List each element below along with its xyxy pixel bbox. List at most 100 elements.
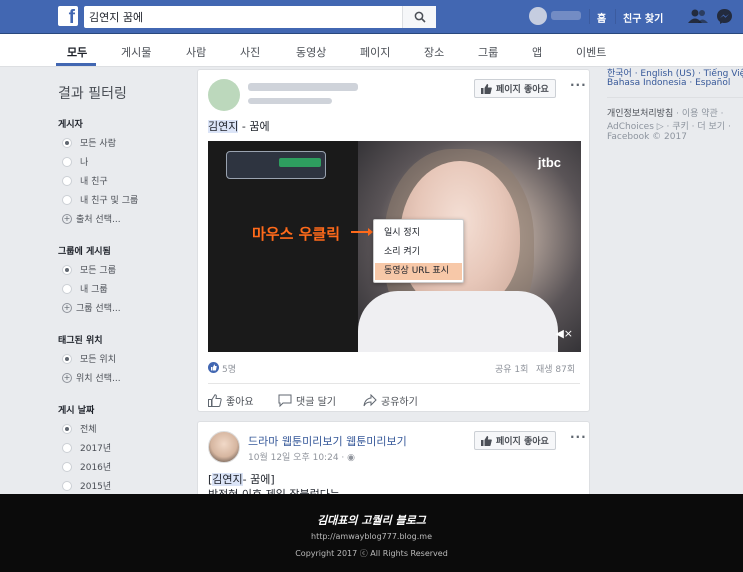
tab-all[interactable]: 모두 xyxy=(67,44,87,60)
choose-group-link[interactable]: + 그룹 선택... xyxy=(62,301,121,314)
radio-icon xyxy=(62,461,72,472)
blog-url[interactable]: http://amwayblog777.blog.me xyxy=(0,532,743,541)
filter-section-date-posted: 게시 날짜 xyxy=(58,406,95,416)
channel-logo: jtbc xyxy=(537,155,561,170)
filter-option-friends-groups[interactable]: 내 친구 및 그룹 xyxy=(62,193,138,206)
privacy-link[interactable]: 개인정보처리방침 xyxy=(607,109,673,119)
video-player[interactable]: jtbc 마우스 우클릭 일시 정지 소리 켜기 동영상 URL 표시 ◀× xyxy=(208,141,581,352)
radio-icon xyxy=(62,175,72,186)
search-icon xyxy=(414,11,426,23)
filter-option-me[interactable]: 나 xyxy=(62,155,88,168)
filter-option-label: 내 친구 및 그룹 xyxy=(80,196,139,206)
share-count[interactable]: 공유 1회 xyxy=(495,362,528,375)
filter-more-label: 위치 선택... xyxy=(76,374,121,384)
filter-option-label: 나 xyxy=(80,158,89,168)
page-avatar-blurred[interactable] xyxy=(208,79,240,111)
footer-links-2[interactable]: AdChoices ▷ · 쿠키 · 더 보기 · xyxy=(607,119,731,132)
user-avatar[interactable] xyxy=(529,7,547,25)
tab-groups[interactable]: 그룹 xyxy=(478,44,498,60)
video-hud xyxy=(226,151,326,179)
comment-label: 댓글 달기 xyxy=(296,397,336,408)
radio-icon xyxy=(62,283,72,294)
more-options-icon[interactable]: ··· xyxy=(570,78,587,92)
post-text-rest: - 꿈에 xyxy=(238,120,270,133)
filter-section-tagged-location: 태그된 위치 xyxy=(58,336,103,346)
post-timestamp[interactable]: 10월 12일 오후 10:24 · ◉ xyxy=(248,450,355,463)
filter-option-my-groups[interactable]: 내 그룹 xyxy=(62,282,108,295)
radio-selected-icon xyxy=(62,137,72,148)
globe-icon: ◉ xyxy=(347,453,355,463)
top-navigation-bar: f 김연지 꿈에 홈 친구 찾기 xyxy=(0,0,743,34)
search-button[interactable] xyxy=(402,6,436,28)
thumbs-up-outline-icon xyxy=(208,394,222,407)
filter-option-label: 모든 사람 xyxy=(80,139,116,149)
friend-requests-icon[interactable] xyxy=(688,8,708,24)
messenger-icon[interactable] xyxy=(716,8,733,25)
like-page-button[interactable]: 페이지 좋아요 xyxy=(474,431,556,450)
home-link[interactable]: 홈 xyxy=(597,10,606,25)
like-page-label: 페이지 좋아요 xyxy=(496,437,549,447)
filter-option-any-group[interactable]: 모든 그룹 xyxy=(62,263,116,276)
comment-icon xyxy=(278,394,292,407)
search-box[interactable]: 김연지 꿈에 xyxy=(84,6,436,28)
share-button[interactable]: 공유하기 xyxy=(363,393,418,408)
blog-title: 김대표의 고퀄리 블로그 xyxy=(317,514,426,527)
tab-apps[interactable]: 앱 xyxy=(532,44,542,60)
mute-icon[interactable]: ◀× xyxy=(555,327,573,340)
post-time-blurred[interactable] xyxy=(248,98,332,104)
choose-source-link[interactable]: + 출처 선택... xyxy=(62,212,121,225)
search-highlight: 김연지 xyxy=(208,120,239,133)
filter-option-2017[interactable]: 2017년 xyxy=(62,441,111,454)
tab-places[interactable]: 장소 xyxy=(424,44,444,60)
like-reaction-icon xyxy=(208,362,219,373)
filter-option-2016[interactable]: 2016년 xyxy=(62,460,111,473)
filter-more-label: 출처 선택... xyxy=(76,215,121,225)
radio-selected-icon xyxy=(62,264,72,275)
like-page-button[interactable]: 페이지 좋아요 xyxy=(474,79,556,98)
filter-option-friends[interactable]: 내 친구 xyxy=(62,174,108,187)
filter-option-2015[interactable]: 2015년 xyxy=(62,479,111,492)
tab-pages[interactable]: 페이지 xyxy=(360,44,390,60)
blog-footer: 김대표의 고퀄리 블로그 http://amwayblog777.blog.me… xyxy=(0,494,743,572)
filter-option-label: 내 친구 xyxy=(80,177,108,187)
choose-location-link[interactable]: + 위치 선택... xyxy=(62,371,121,384)
search-highlight: 김연지 xyxy=(212,473,243,486)
find-friends-link[interactable]: 친구 찾기 xyxy=(623,10,663,25)
arrow-right-icon xyxy=(351,228,373,236)
user-name-blurred[interactable] xyxy=(551,11,581,20)
filter-option-any-date[interactable]: 전체 xyxy=(62,422,97,435)
thumbs-up-icon xyxy=(481,435,492,446)
facebook-logo[interactable]: f xyxy=(58,6,78,26)
post-actions: 좋아요 댓글 달기 공유하기 xyxy=(208,383,580,413)
right-click-label: 마우스 우클릭 xyxy=(252,225,341,243)
tab-videos[interactable]: 동영상 xyxy=(296,44,326,60)
active-tab-indicator xyxy=(56,63,96,66)
language-list-2[interactable]: Bahasa Indonesia · Español xyxy=(607,78,730,88)
divider xyxy=(615,9,616,24)
menu-item-pause[interactable]: 일시 정지 xyxy=(375,225,462,242)
tab-events[interactable]: 이벤트 xyxy=(576,44,606,60)
filter-option-anyone[interactable]: 모든 사람 xyxy=(62,136,116,149)
filter-option-anywhere[interactable]: 모든 위치 xyxy=(62,352,116,365)
page-avatar[interactable] xyxy=(208,431,240,463)
terms-link[interactable]: · 이용 약관 · xyxy=(673,109,723,119)
tab-posts[interactable]: 게시물 xyxy=(121,44,151,60)
facebook-copyright: Facebook © 2017 xyxy=(607,132,687,142)
post-meta: 5명 공유 1회 재생 87회 xyxy=(208,360,580,378)
page-name-link[interactable]: 드라마 웹툰미리보기 웹툰미리보기 xyxy=(248,433,407,449)
menu-item-unmute[interactable]: 소리 켜기 xyxy=(375,244,462,261)
filter-option-label: 전체 xyxy=(80,425,97,435)
radio-selected-icon xyxy=(62,423,72,434)
filter-section-posted-by: 게시자 xyxy=(58,120,83,130)
menu-item-show-video-url[interactable]: 동영상 URL 표시 xyxy=(375,263,462,280)
comment-button[interactable]: 댓글 달기 xyxy=(278,393,336,408)
more-options-icon[interactable]: ··· xyxy=(570,430,587,444)
video-hud-badge xyxy=(279,158,321,167)
like-count[interactable]: 5명 xyxy=(222,362,236,375)
page-name-blurred[interactable] xyxy=(248,83,358,91)
plus-icon: + xyxy=(62,302,72,313)
tab-photos[interactable]: 사진 xyxy=(240,44,260,60)
search-input[interactable]: 김연지 꿈에 xyxy=(89,9,143,25)
tab-people[interactable]: 사람 xyxy=(186,44,206,60)
like-button[interactable]: 좋아요 xyxy=(208,393,254,408)
